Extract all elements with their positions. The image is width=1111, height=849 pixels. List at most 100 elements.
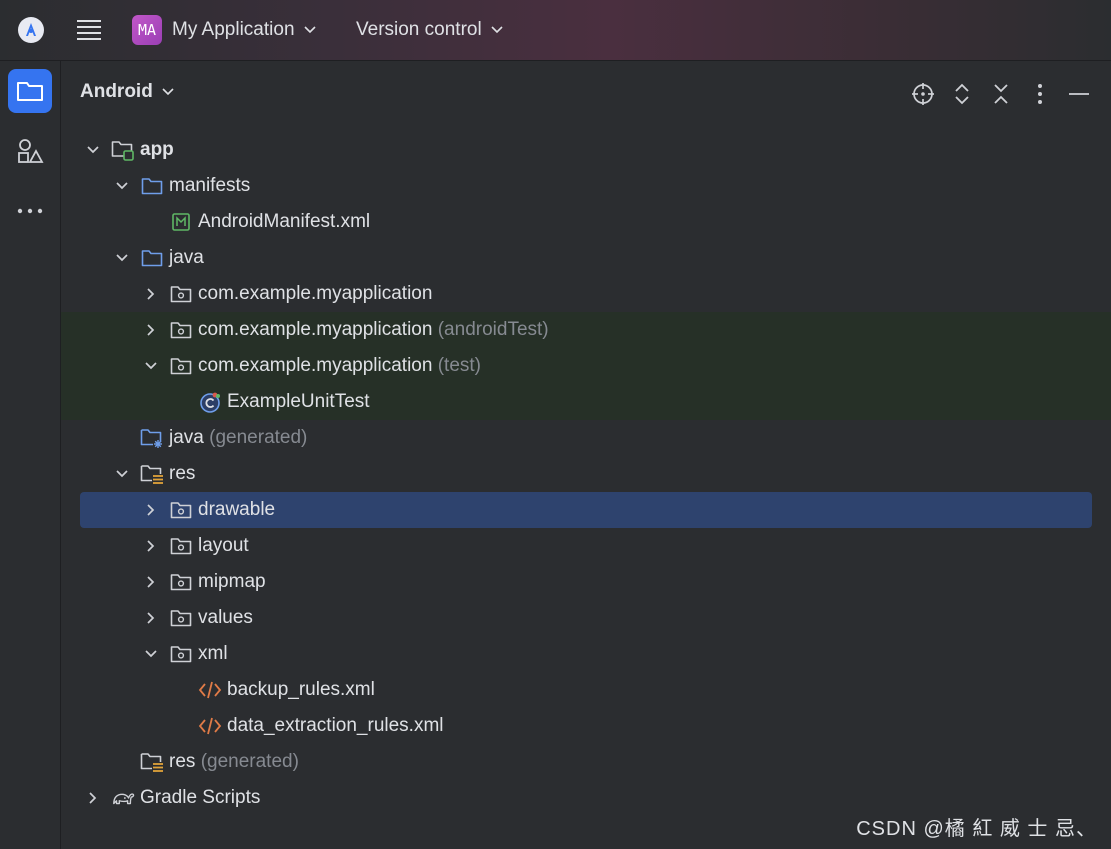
tree-item-name: res — [169, 751, 196, 772]
tree-item-name: drawable — [198, 499, 276, 520]
project-panel: Android app manifests AndroidManifest.xml j… — [61, 61, 1111, 849]
watermark: CSDN @橘 紅 威 士 忌、 — [856, 818, 1097, 840]
tree-item-label: mipmap — [198, 571, 266, 593]
chevron-right-icon[interactable] — [85, 790, 101, 806]
view-selector[interactable]: Android — [80, 81, 175, 103]
tree-item-suffix: (androidTest) — [437, 319, 549, 340]
tree-item-label: java — [169, 247, 204, 269]
project-tool-button[interactable] — [8, 69, 52, 113]
module-folder-icon — [111, 138, 135, 162]
tree-item-label: res — [169, 463, 195, 485]
xml-file-icon — [198, 678, 222, 702]
more-tools-button[interactable] — [8, 189, 52, 233]
tree-item-label: values — [198, 607, 253, 629]
tree-item-name: mipmap — [198, 571, 266, 592]
tree-item-label: AndroidManifest.xml — [198, 211, 370, 233]
locate-file-button[interactable] — [910, 81, 936, 107]
expand-all-icon — [955, 83, 969, 105]
chevron-down-icon[interactable] — [85, 142, 101, 158]
tree-row-data-extraction-rules-xml[interactable]: data_extraction_rules.xml — [61, 708, 1111, 744]
tree-row-exampleunittest[interactable]: ExampleUnitTest — [61, 384, 1111, 420]
project-name: My Application — [172, 19, 295, 40]
resource-manager-button[interactable] — [8, 129, 52, 173]
version-control-menu[interactable]: Version control — [356, 0, 504, 60]
tree-row-java-generated[interactable]: java (generated) — [61, 420, 1111, 456]
tree-item-name: data_extraction_rules.xml — [227, 715, 444, 736]
main-menu-button[interactable] — [74, 0, 104, 60]
tree-row-res-generated[interactable]: res (generated) — [61, 744, 1111, 780]
tree-item-label: app — [140, 139, 174, 161]
chevron-right-icon[interactable] — [143, 538, 159, 554]
project-badge: MA — [132, 15, 162, 45]
collapse-all-button[interactable] — [988, 81, 1014, 107]
tree-row-com-example-myapplication-test[interactable]: com.example.myapplication (test) — [61, 348, 1111, 384]
minimize-icon — [1069, 93, 1089, 95]
chevron-down-icon[interactable] — [143, 646, 159, 662]
tree-item-label: data_extraction_rules.xml — [227, 715, 444, 737]
tree-row-res[interactable]: res — [61, 456, 1111, 492]
chevron-right-icon[interactable] — [143, 322, 159, 338]
chevron-right-icon[interactable] — [143, 574, 159, 590]
tree-row-java[interactable]: java — [61, 240, 1111, 276]
title-bar: MA My Application Version control — [0, 0, 1111, 61]
tree-item-name: xml — [198, 643, 228, 664]
tree-row-backup-rules-xml[interactable]: backup_rules.xml — [61, 672, 1111, 708]
tree-item-label: backup_rules.xml — [227, 679, 375, 701]
hamburger-icon — [77, 20, 101, 40]
tree-item-name: backup_rules.xml — [227, 679, 375, 700]
tool-window-strip — [0, 61, 61, 849]
collapse-all-icon — [994, 84, 1008, 104]
tree-item-suffix: (generated) — [209, 427, 308, 448]
package-icon — [169, 642, 193, 666]
chevron-down-icon — [490, 25, 504, 35]
test-class-icon — [198, 390, 222, 414]
tree-item-suffix: (generated) — [200, 751, 299, 772]
hide-panel-button[interactable] — [1066, 81, 1092, 107]
chevron-down-icon[interactable] — [143, 358, 159, 374]
chevron-right-icon[interactable] — [143, 610, 159, 626]
folder-icon — [140, 174, 164, 198]
tree-row-drawable[interactable]: drawable — [80, 492, 1092, 528]
package-icon — [169, 498, 193, 522]
tree-item-name: layout — [198, 535, 249, 556]
chevron-right-icon[interactable] — [143, 286, 159, 302]
xml-file-icon — [198, 714, 222, 738]
options-button[interactable] — [1027, 81, 1053, 107]
tree-item-label: layout — [198, 535, 249, 557]
tree-item-name: com.example.myapplication — [198, 355, 433, 376]
package-icon — [169, 606, 193, 630]
chevron-right-icon[interactable] — [143, 502, 159, 518]
tree-row-app[interactable]: app — [61, 132, 1111, 168]
tree-row-com-example-myapplication-androidtest[interactable]: com.example.myapplication (androidTest) — [61, 312, 1111, 348]
chevron-down-icon[interactable] — [114, 178, 130, 194]
crosshair-icon — [912, 83, 934, 105]
tree-row-com-example-myapplication[interactable]: com.example.myapplication — [61, 276, 1111, 312]
panel-header: Android — [61, 61, 1111, 127]
tree-item-name: com.example.myapplication — [198, 283, 433, 304]
chevron-down-icon[interactable] — [114, 250, 130, 266]
resource-folder-icon — [140, 750, 164, 774]
tree-row-mipmap[interactable]: mipmap — [61, 564, 1111, 600]
tree-row-xml[interactable]: xml — [61, 636, 1111, 672]
folder-icon — [17, 82, 43, 101]
tree-row-androidmanifest-xml[interactable]: AndroidManifest.xml — [61, 204, 1111, 240]
tree-item-label: ExampleUnitTest — [227, 391, 370, 413]
tree-row-layout[interactable]: layout — [61, 528, 1111, 564]
chevron-down-icon[interactable] — [114, 466, 130, 482]
expand-all-button[interactable] — [949, 81, 975, 107]
manifest-file-icon — [169, 210, 193, 234]
tree-item-label: xml — [198, 643, 228, 665]
tree-row-manifests[interactable]: manifests — [61, 168, 1111, 204]
tree-item-label: com.example.myapplication (test) — [198, 355, 481, 377]
tree-item-name: AndroidManifest.xml — [198, 211, 371, 232]
tree-item-name: com.example.myapplication — [198, 319, 433, 340]
more-vertical-icon — [1038, 84, 1042, 104]
tree-row-values[interactable]: values — [61, 600, 1111, 636]
tree-item-label: com.example.myapplication (androidTest) — [198, 319, 549, 341]
version-control-label: Version control — [356, 19, 482, 40]
tree-row-gradle-scripts[interactable]: Gradle Scripts — [61, 780, 1111, 816]
package-icon — [169, 570, 193, 594]
project-selector[interactable]: MA My Application — [132, 0, 317, 60]
android-studio-logo[interactable] — [14, 0, 48, 60]
resource-folder-icon — [140, 462, 164, 486]
